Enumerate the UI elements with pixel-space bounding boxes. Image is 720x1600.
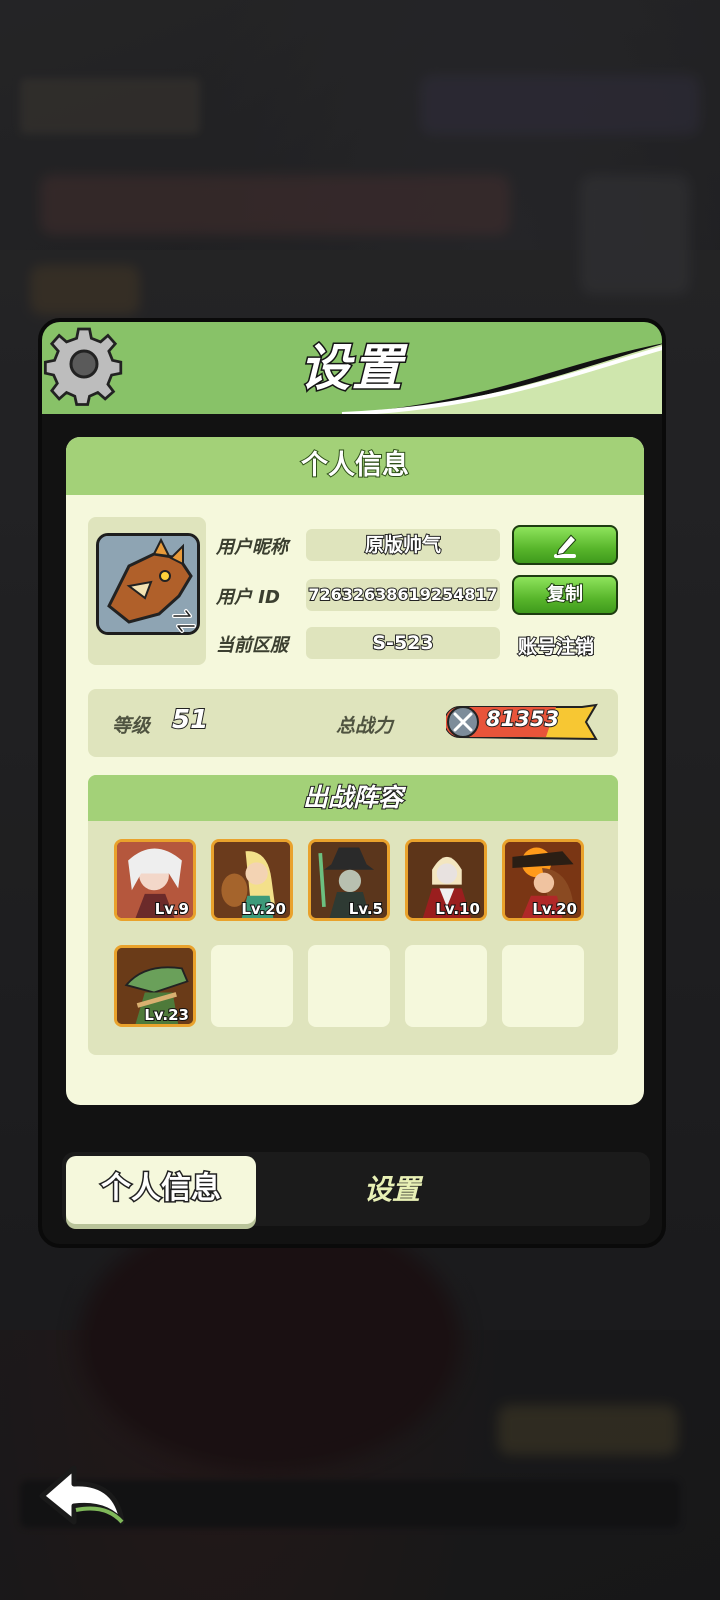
hero-level: Lv.23 xyxy=(143,1005,190,1024)
dialog-header: 设置 xyxy=(42,322,662,414)
swap-icon[interactable] xyxy=(170,607,198,635)
level-value: 51 xyxy=(171,704,209,736)
edit-nickname-button[interactable] xyxy=(512,525,618,565)
empty-hero-slot[interactable] xyxy=(405,945,487,1027)
hero-slot-5[interactable]: Lv.20 xyxy=(502,839,584,921)
user-id-label: 用户 ID xyxy=(216,587,280,608)
cancel-account-link[interactable]: 账号注销 xyxy=(517,632,595,659)
hero-slot-3[interactable]: Lv.5 xyxy=(308,839,390,921)
avatar-box xyxy=(88,517,206,665)
nickname-field: 原版帅气 xyxy=(306,529,500,561)
server-label: 当前区服 xyxy=(216,635,288,656)
settings-dialog: 设置 个人信息 用户昵称 原版帅气 用户 ID 7263263861925481… xyxy=(38,318,666,1248)
server-field: S-523 xyxy=(306,627,500,659)
power-value: 81353 xyxy=(485,706,560,732)
hero-level: Lv.20 xyxy=(240,899,287,918)
empty-hero-slot[interactable] xyxy=(211,945,293,1027)
hero-slot-1[interactable]: Lv.9 xyxy=(114,839,196,921)
empty-hero-slot[interactable] xyxy=(308,945,390,1027)
lineup-title: 出战阵容 xyxy=(88,775,618,821)
section-title: 个人信息 xyxy=(66,437,644,495)
empty-hero-slot[interactable] xyxy=(502,945,584,1027)
copy-button[interactable]: 复制 xyxy=(512,575,618,615)
personal-info-panel: 个人信息 用户昵称 原版帅气 用户 ID 72632638619254817 复… xyxy=(66,437,644,1105)
stats-box: 等级 51 总战力 81353 xyxy=(88,689,618,757)
hero-level: Lv.20 xyxy=(531,899,578,918)
tab-personal-info[interactable]: 个人信息 xyxy=(66,1156,256,1224)
hero-level: Lv.9 xyxy=(154,899,190,918)
hero-slot-6[interactable]: Lv.23 xyxy=(114,945,196,1027)
hero-level: Lv.10 xyxy=(434,899,481,918)
edit-icon xyxy=(554,534,577,558)
hero-slot-4[interactable]: Lv.10 xyxy=(405,839,487,921)
tab-settings[interactable]: 设置 xyxy=(332,1156,452,1224)
user-id-field: 72632638619254817 xyxy=(306,579,500,611)
level-label: 等级 xyxy=(112,715,151,737)
tab-bar: 个人信息 设置 xyxy=(62,1152,650,1226)
back-arrow-icon[interactable] xyxy=(36,1464,128,1530)
hero-slot-2[interactable]: Lv.20 xyxy=(211,839,293,921)
power-label: 总战力 xyxy=(336,715,394,737)
lineup-box: 出战阵容 Lv.9 Lv.20 Lv.5 Lv.10 Lv.20 Lv.23 xyxy=(88,775,618,1055)
nickname-label: 用户昵称 xyxy=(216,537,288,558)
dialog-title: 设置 xyxy=(299,338,404,399)
hero-level: Lv.5 xyxy=(348,899,384,918)
